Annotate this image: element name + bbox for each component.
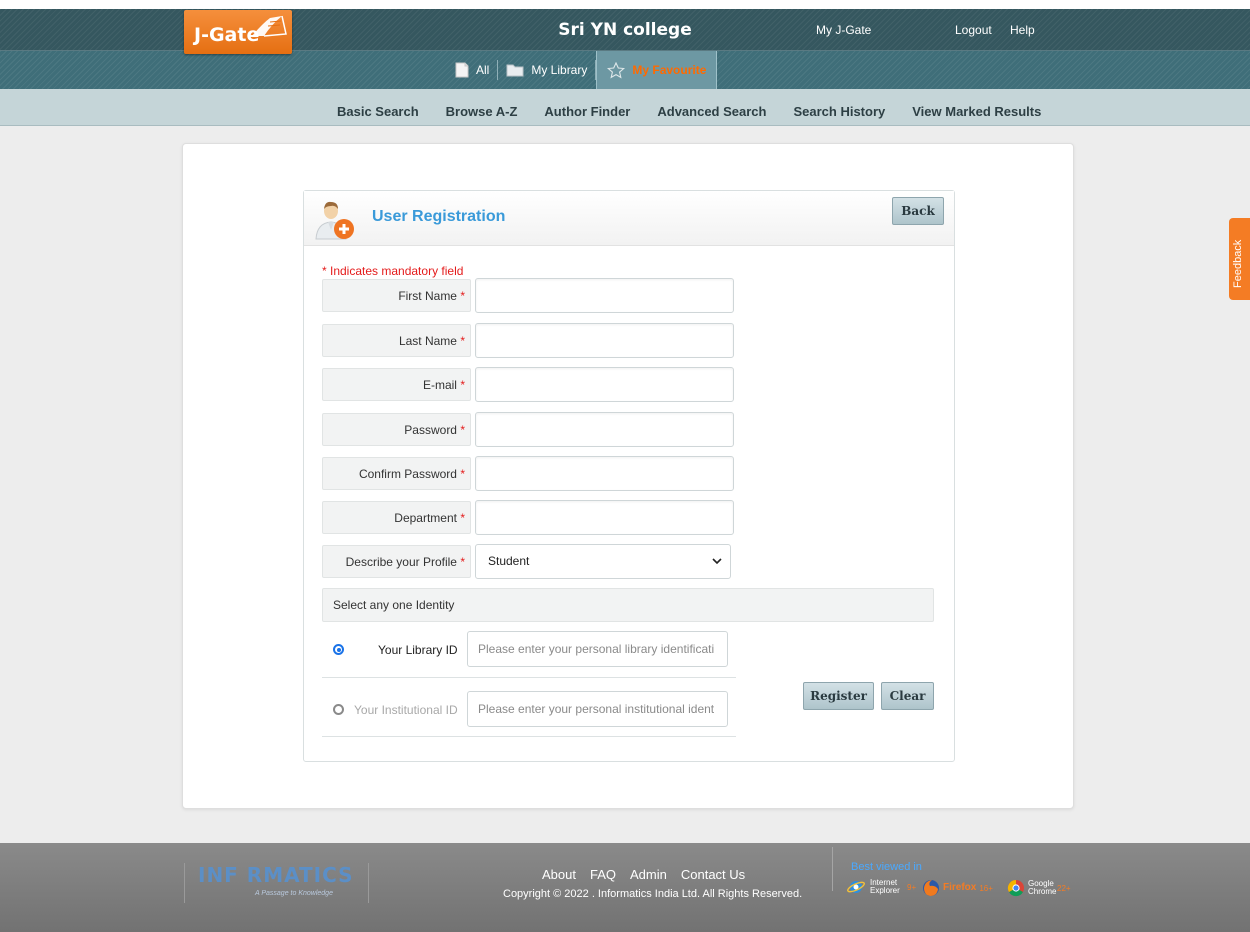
- about-link[interactable]: About: [542, 867, 576, 882]
- my-jgate-link[interactable]: My J-Gate: [816, 23, 871, 37]
- jgate-logo[interactable]: J-Gate: [184, 10, 292, 54]
- search-subnav: Basic Search Browse A-Z Author Finder Ad…: [0, 89, 1250, 126]
- password-label: Password *: [322, 413, 471, 446]
- subnav-items: Basic Search Browse A-Z Author Finder Ad…: [337, 104, 1068, 119]
- main-tabs: All My Library My Favourite: [447, 51, 718, 89]
- required-marker: *: [460, 467, 465, 481]
- view-marked-results-link[interactable]: View Marked Results: [912, 104, 1041, 119]
- mandatory-note: * Indicates mandatory field: [322, 264, 464, 278]
- tab-my-favourite[interactable]: My Favourite: [596, 51, 718, 89]
- informatics-logo-text: INF RMATICS: [198, 863, 354, 887]
- password-label-text: Password: [404, 423, 457, 437]
- institutional-id-input[interactable]: Please enter your personal institutional…: [467, 691, 728, 727]
- tab-all[interactable]: All: [447, 51, 497, 89]
- first-name-label: First Name *: [322, 279, 471, 312]
- institutional-id-radio[interactable]: [333, 704, 344, 715]
- book-icon: [252, 15, 287, 37]
- back-button[interactable]: Back: [892, 197, 944, 225]
- feedback-tab[interactable]: Feedback: [1229, 218, 1250, 300]
- department-label: Department *: [322, 501, 471, 534]
- library-id-label: Your Library ID: [378, 643, 458, 657]
- confirm-password-label-text: Confirm Password: [358, 467, 457, 481]
- add-user-icon: [315, 201, 354, 240]
- email-input[interactable]: [475, 367, 734, 402]
- star-icon: [607, 61, 626, 79]
- footer-divider: [832, 847, 833, 891]
- footer: INF RMATICS A Passage to Knowledge About…: [0, 843, 1250, 932]
- panel-header: User Registration: [304, 191, 954, 246]
- profile-label: Describe your Profile *: [322, 545, 471, 578]
- department-label-text: Department: [394, 511, 457, 525]
- browse-az-link[interactable]: Browse A-Z: [446, 104, 518, 119]
- admin-link[interactable]: Admin: [630, 867, 667, 882]
- department-input[interactable]: [475, 500, 734, 535]
- faq-link[interactable]: FAQ: [590, 867, 616, 882]
- confirm-password-label: Confirm Password *: [322, 457, 471, 490]
- document-icon: [455, 62, 469, 78]
- author-finder-link[interactable]: Author Finder: [544, 104, 630, 119]
- tab-all-label: All: [476, 63, 490, 77]
- firefox-badge: Firefox 16+: [922, 879, 993, 897]
- best-viewed-label: Best viewed in: [851, 861, 922, 873]
- confirm-password-input[interactable]: [475, 456, 734, 491]
- library-id-radio[interactable]: [333, 644, 344, 655]
- library-id-input[interactable]: Please enter your personal library ident…: [467, 631, 728, 667]
- copyright: Copyright © 2022 . Informatics India Ltd…: [503, 888, 803, 900]
- first-name-input[interactable]: [475, 278, 734, 313]
- last-name-label-text: Last Name: [398, 334, 457, 348]
- feedback-label: Feedback: [1232, 239, 1244, 288]
- informatics-logo[interactable]: INF RMATICS A Passage to Knowledge: [184, 863, 369, 903]
- firefox-name: Firefox: [943, 882, 977, 893]
- chrome-badge: Google Chrome 22+: [1007, 879, 1071, 897]
- profile-select[interactable]: Student: [475, 544, 731, 579]
- advanced-search-link[interactable]: Advanced Search: [657, 104, 766, 119]
- chrome-version: 22+: [1057, 883, 1071, 893]
- folder-icon: [506, 64, 524, 77]
- ie-badge: Internet Explorer 9+: [847, 879, 916, 895]
- last-name-label: Last Name *: [322, 324, 471, 357]
- email-label: E-mail *: [322, 368, 471, 401]
- chevron-down-icon: [712, 558, 722, 565]
- chrome-name: Google Chrome: [1028, 879, 1057, 896]
- institutional-id-label: Your Institutional ID: [354, 703, 458, 717]
- firefox-version: 16+: [979, 883, 993, 893]
- footer-links: About FAQ Admin Contact Us: [542, 867, 745, 882]
- basic-search-link[interactable]: Basic Search: [337, 104, 419, 119]
- required-marker: *: [460, 334, 465, 348]
- page-title: User Registration: [372, 208, 506, 225]
- top-strip: [0, 0, 1250, 9]
- logout-link[interactable]: Logout: [955, 23, 992, 37]
- tab-my-library-label: My Library: [531, 63, 588, 77]
- required-marker: *: [460, 289, 465, 303]
- internet-explorer-icon: [847, 881, 865, 893]
- required-marker: *: [460, 511, 465, 525]
- register-button[interactable]: Register: [803, 682, 874, 710]
- first-name-label-text: First Name: [398, 289, 457, 303]
- divider: [322, 677, 736, 678]
- ie-name: Internet Explorer: [870, 878, 900, 895]
- help-link[interactable]: Help: [1010, 23, 1035, 37]
- identity-heading: Select any one Identity: [322, 588, 934, 622]
- tab-my-favourite-label: My Favourite: [632, 63, 707, 77]
- profile-select-value: Student: [488, 554, 530, 568]
- required-marker: *: [460, 378, 465, 392]
- ie-version: 9+: [907, 882, 917, 892]
- required-marker: *: [460, 555, 465, 569]
- clear-button[interactable]: Clear: [881, 682, 934, 710]
- divider: [322, 736, 736, 737]
- profile-label-text: Describe your Profile: [345, 555, 457, 569]
- search-history-link[interactable]: Search History: [793, 104, 885, 119]
- contact-us-link[interactable]: Contact Us: [681, 867, 745, 882]
- email-label-text: E-mail: [422, 378, 457, 392]
- firefox-icon: [923, 880, 939, 896]
- required-marker: *: [460, 423, 465, 437]
- last-name-input[interactable]: [475, 323, 734, 358]
- informatics-tagline: A Passage to Knowledge: [255, 890, 333, 897]
- tab-my-library[interactable]: My Library: [498, 51, 595, 89]
- password-input[interactable]: [475, 412, 734, 447]
- chrome-icon: [1007, 879, 1024, 897]
